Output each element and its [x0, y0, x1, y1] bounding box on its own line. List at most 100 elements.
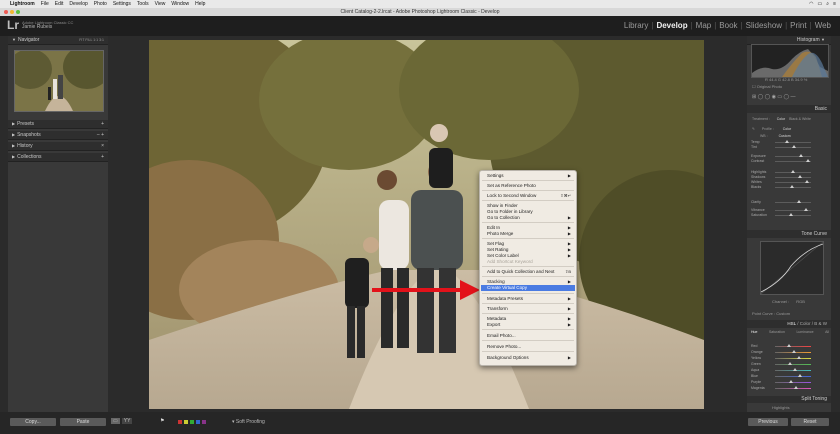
- menu-window[interactable]: Window: [171, 1, 189, 7]
- hsl-slider-orange[interactable]: Orange: [747, 350, 831, 354]
- hsl-slider-green[interactable]: Green: [747, 362, 831, 366]
- hsl-slider-aqua[interactable]: Aqua: [747, 368, 831, 372]
- ctx-email-photo[interactable]: Email Photo...: [487, 333, 572, 339]
- history-header[interactable]: ▶ History ×: [8, 142, 108, 151]
- green-label-icon[interactable]: [190, 420, 194, 424]
- ctx-photo-merge[interactable]: Photo Merge ▶: [487, 231, 572, 237]
- slider-track[interactable]: [775, 346, 811, 347]
- slider-track[interactable]: [775, 202, 811, 203]
- zoom-3-1[interactable]: 3:1: [99, 38, 104, 42]
- purple-label-icon[interactable]: [202, 420, 206, 424]
- hsl-slider-yellow[interactable]: Yellow: [747, 356, 831, 360]
- ctx-metadata-presets[interactable]: Metadata Presets ▶: [487, 296, 572, 302]
- ctx-background-options[interactable]: Background Options ▶: [487, 355, 572, 361]
- ctx-transform[interactable]: Transform ▶: [487, 306, 572, 312]
- grid-overlay-icon[interactable]: ⊞: [752, 94, 756, 100]
- slider-knob[interactable]: [805, 180, 809, 183]
- red-label-icon[interactable]: [178, 420, 182, 424]
- subtab-hue[interactable]: Hue: [751, 330, 757, 334]
- soft-proofing-toggle[interactable]: ▾ Soft Proofing: [232, 419, 265, 425]
- search-icon[interactable]: ⌕: [826, 1, 829, 7]
- eyedropper-icon[interactable]: ✎: [752, 127, 755, 131]
- tone-curve-graph[interactable]: [760, 241, 824, 295]
- spot-removal-icon[interactable]: ◯: [765, 94, 771, 100]
- menu-file[interactable]: File: [41, 1, 49, 7]
- slider-knob[interactable]: [785, 140, 789, 143]
- paste-button[interactable]: Paste: [60, 418, 106, 426]
- main-photo[interactable]: [149, 40, 704, 409]
- slider-knob[interactable]: [799, 154, 803, 157]
- menu-view[interactable]: View: [155, 1, 166, 7]
- subtab-all[interactable]: All: [825, 330, 829, 334]
- graduated-filter-icon[interactable]: ▭: [777, 94, 782, 100]
- tab-hsl[interactable]: HSL: [787, 321, 796, 326]
- profile-value[interactable]: Color: [783, 127, 791, 131]
- hsl-slider-red[interactable]: Red: [747, 344, 831, 348]
- slider-track[interactable]: [775, 358, 811, 359]
- tab-bw[interactable]: B & W: [814, 321, 827, 326]
- ctx-remove-photo[interactable]: Remove Photo...: [487, 344, 572, 350]
- menu-lightroom[interactable]: Lightroom: [10, 1, 35, 7]
- slider-knob[interactable]: [792, 145, 796, 148]
- module-slideshow[interactable]: Slideshow: [743, 21, 785, 30]
- before-after-icon[interactable]: YY: [121, 418, 133, 424]
- slider-knob[interactable]: [792, 350, 796, 353]
- slider-saturation[interactable]: Saturation: [747, 213, 831, 217]
- histogram[interactable]: [751, 44, 829, 78]
- add-collection-icon[interactable]: +: [101, 153, 104, 161]
- previous-button[interactable]: Previous: [748, 418, 788, 426]
- slider-track[interactable]: [775, 142, 811, 143]
- module-library[interactable]: Library: [621, 21, 651, 30]
- zoom-1-1[interactable]: 1:1: [93, 38, 98, 42]
- crop-icon[interactable]: ◯: [758, 94, 764, 100]
- slider-knob[interactable]: [798, 175, 802, 178]
- module-develop[interactable]: Develop: [653, 21, 690, 30]
- radial-filter-icon[interactable]: ◯: [783, 94, 789, 100]
- slider-track[interactable]: [775, 364, 811, 365]
- ctx-go-to-collection[interactable]: Go to Collection ▶: [487, 215, 572, 221]
- copy-button[interactable]: Copy...: [10, 418, 56, 426]
- ctx-create-virtual-copy[interactable]: Create Virtual Copy: [481, 285, 575, 291]
- treatment-bw[interactable]: Black & White: [789, 117, 811, 121]
- slider-clarity[interactable]: Clarity: [747, 200, 831, 204]
- add-snapshot-icon[interactable]: – +: [97, 131, 104, 139]
- battery-icon[interactable]: ▭: [818, 1, 823, 7]
- slider-knob[interactable]: [791, 170, 795, 173]
- zoom-fit[interactable]: FIT: [79, 38, 84, 42]
- brush-icon[interactable]: —: [790, 94, 795, 100]
- yellow-label-icon[interactable]: [184, 420, 188, 424]
- slider-knob[interactable]: [794, 386, 798, 389]
- slider-temp[interactable]: Temp: [747, 140, 831, 144]
- slider-knob[interactable]: [789, 380, 793, 383]
- clear-history-icon[interactable]: ×: [101, 142, 104, 150]
- slider-knob[interactable]: [798, 374, 802, 377]
- menu-develop[interactable]: Develop: [69, 1, 87, 7]
- slider-whites[interactable]: Whites: [747, 180, 831, 184]
- slider-knob[interactable]: [787, 344, 791, 347]
- add-preset-icon[interactable]: +: [101, 120, 104, 128]
- slider-exposure[interactable]: Exposure: [747, 154, 831, 158]
- navigator-header[interactable]: ▼ Navigator FIT FILL 1:1 3:1: [8, 36, 108, 45]
- wifi-icon[interactable]: ◠: [809, 1, 813, 7]
- module-web[interactable]: Web: [812, 21, 834, 30]
- slider-knob[interactable]: [790, 185, 794, 188]
- module-map[interactable]: Map: [693, 21, 715, 30]
- hsl-slider-magenta[interactable]: Magenta: [747, 386, 831, 390]
- module-print[interactable]: Print: [787, 21, 809, 30]
- red-eye-icon[interactable]: ◉: [772, 94, 776, 100]
- slider-knob[interactable]: [806, 159, 810, 162]
- hsl-slider-purple[interactable]: Purple: [747, 380, 831, 384]
- slider-knob[interactable]: [793, 368, 797, 371]
- menu-photo[interactable]: Photo: [94, 1, 107, 7]
- ctx-add-quick-collection[interactable]: Add to Quick Collection and Next ⇧B: [487, 269, 572, 275]
- menu-settings[interactable]: Settings: [113, 1, 131, 7]
- tone-channel-value[interactable]: RGB: [796, 299, 805, 304]
- slider-track[interactable]: [775, 388, 811, 389]
- slider-track[interactable]: [775, 376, 811, 377]
- slider-blacks[interactable]: Blacks: [747, 185, 831, 189]
- slider-knob[interactable]: [797, 356, 801, 359]
- ctx-set-reference[interactable]: Set as Reference Photo: [487, 183, 572, 189]
- loupe-view-icon[interactable]: ▭: [111, 418, 120, 424]
- slider-knob[interactable]: [804, 208, 808, 211]
- zoom-window-icon[interactable]: [16, 10, 20, 14]
